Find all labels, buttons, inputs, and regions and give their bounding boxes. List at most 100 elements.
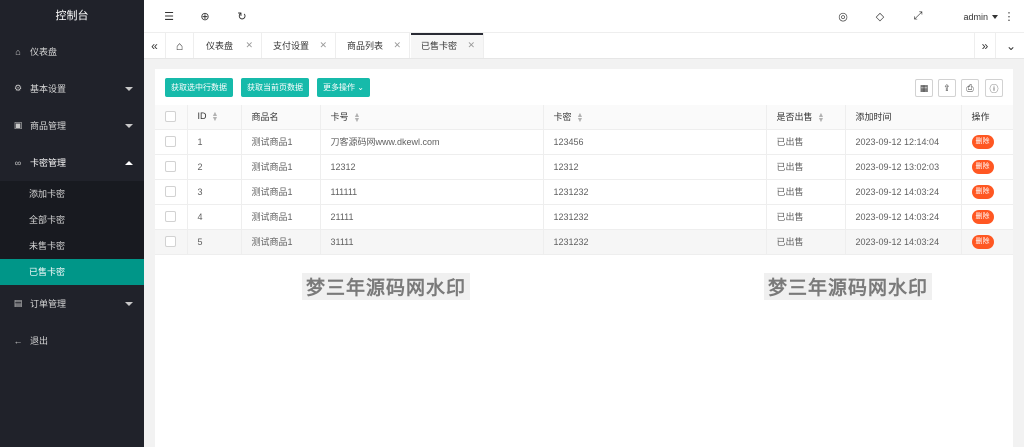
get-selected-rows-button[interactable]: 获取选中行数据 [165, 78, 233, 97]
cell-actions: 删除 [961, 179, 1013, 205]
cell-actions: 删除 [961, 229, 1013, 255]
delete-button[interactable]: 删除 [971, 234, 994, 249]
row-select-cell[interactable] [155, 129, 188, 155]
tabs-scroll-left-icon[interactable]: « [144, 33, 166, 58]
more-vertical-icon[interactable]: ⋮ [1000, 0, 1018, 33]
menu-toggle-icon[interactable]: ☰ [160, 0, 178, 33]
export-icon[interactable]: ⇪ [938, 79, 956, 97]
tab-label: 支付设置 [273, 41, 310, 51]
cell-sold: 已出售 [766, 154, 846, 180]
close-icon[interactable]: ✕ [245, 40, 253, 51]
table-row: 4 测试商品1 21111 1231232 已出售 2023-09-12 14:… [155, 204, 1013, 230]
sort-icon[interactable]: ▲ ▼ [354, 112, 361, 124]
checkbox[interactable] [165, 136, 176, 148]
close-icon[interactable]: ✕ [319, 40, 327, 51]
list-icon: ▤ [13, 298, 23, 308]
chevron-up-icon [125, 160, 133, 165]
cell-name: 测试商品1 [241, 179, 321, 205]
sort-icon[interactable]: ▲ ▼ [818, 112, 825, 124]
row-select-cell[interactable] [155, 229, 188, 255]
product-icon: ▣ [13, 120, 23, 130]
watermark-text: 梦三年源码网水印 [302, 273, 471, 300]
header-label: ID [197, 111, 207, 122]
sidebar-title: 控制台 [55, 10, 89, 22]
columns-filter-icon[interactable]: ▦ [915, 79, 933, 97]
sidebar-item-label: 商品管理 [30, 121, 67, 131]
sidebar-item-product-management[interactable]: ▣ 商品管理 [0, 107, 144, 144]
sort-icon[interactable]: ▲ ▼ [212, 111, 219, 123]
checkbox[interactable] [165, 161, 176, 173]
cell-card-secret: 123456 [543, 129, 767, 155]
tabs-bar: « ⌂ 仪表盘 ✕ 支付设置 ✕ 商品列表 ✕ 已售卡密 ✕ » ⌄ [144, 33, 1024, 59]
cell-added-time: 2023-09-12 14:03:24 [845, 229, 962, 255]
sidebar-subitem-unsold-cards[interactable]: 未售卡密 [0, 233, 144, 259]
delete-button[interactable]: 删除 [971, 159, 994, 174]
table-row: 1 测试商品1 刀客源码网www.dkewl.com 123456 已出售 20… [155, 129, 1013, 155]
cell-card-secret: 1231232 [543, 204, 767, 230]
row-select-cell[interactable] [155, 179, 188, 205]
fullscreen-icon[interactable]: ⤢ [909, 0, 927, 33]
close-icon[interactable]: ✕ [393, 40, 401, 51]
sidebar-item-basic-settings[interactable]: ⚙ 基本设置 [0, 70, 144, 107]
tag-icon[interactable]: ◇ [871, 0, 889, 33]
cell-card-number: 12312 [320, 154, 544, 180]
sidebar-item-dashboard[interactable]: ⌂ 仪表盘 [0, 33, 144, 70]
sidebar-subitem-all-cards[interactable]: 全部卡密 [0, 207, 144, 233]
sort-icon[interactable]: ▲ ▼ [577, 112, 584, 124]
cell-card-number: 31111 [320, 229, 544, 255]
tab-payment-settings[interactable]: 支付设置 ✕ [263, 33, 336, 58]
column-header-card-number[interactable]: 卡号 ▲ ▼ [320, 105, 544, 130]
tabs-dropdown-icon[interactable]: ⌄ [1000, 33, 1022, 58]
tab-home-icon[interactable]: ⌂ [166, 33, 194, 58]
print-icon[interactable]: ⎙ [961, 79, 979, 97]
cell-sold: 已出售 [766, 204, 846, 230]
sold-cards-table: ID ▲ ▼ 商品名 卡号 ▲ ▼ 卡密 ▲ ▼ 是否出售 ▲ ▼ 添加时间 操作 1 测试商品… [155, 105, 1013, 255]
chevron-down-icon [125, 86, 133, 91]
cell-added-time: 2023-09-12 14:03:24 [845, 204, 962, 230]
cell-id: 2 [187, 154, 242, 180]
row-select-cell[interactable] [155, 154, 188, 180]
column-header-id[interactable]: ID ▲ ▼ [187, 105, 242, 130]
tab-sold-cards[interactable]: 已售卡密 ✕ [411, 33, 484, 58]
username: admin [963, 11, 988, 22]
delete-button[interactable]: 删除 [971, 184, 994, 199]
close-icon[interactable]: ✕ [467, 40, 475, 51]
globe-icon[interactable]: ⊕ [196, 0, 214, 33]
sidebar-item-logout[interactable]: ← 退出 [0, 322, 144, 359]
row-select-cell[interactable] [155, 204, 188, 230]
more-actions-button[interactable]: 更多操作 ⌄ [317, 78, 370, 97]
arrow-left-icon: ← [13, 335, 23, 346]
sidebar-item-card-management[interactable]: ∞ 卡密管理 [0, 144, 144, 181]
delete-button[interactable]: 删除 [971, 134, 994, 149]
column-header-name: 商品名 [241, 105, 321, 130]
checkbox[interactable] [165, 111, 176, 123]
sidebar-subitem-add-card[interactable]: 添加卡密 [0, 181, 144, 207]
cell-added-time: 2023-09-12 14:03:24 [845, 179, 962, 205]
sidebar-subitem-sold-cards[interactable]: 已售卡密 [0, 259, 144, 285]
link-icon: ∞ [14, 157, 22, 168]
checkbox[interactable] [165, 211, 176, 223]
tab-product-list[interactable]: 商品列表 ✕ [337, 33, 410, 58]
caret-down-icon [992, 14, 998, 19]
cell-actions: 删除 [961, 154, 1013, 180]
get-current-page-button[interactable]: 获取当前页数据 [241, 78, 309, 97]
column-header-card-secret[interactable]: 卡密 ▲ ▼ [543, 105, 767, 130]
column-header-sold[interactable]: 是否出售 ▲ ▼ [766, 105, 846, 130]
cell-id: 3 [187, 179, 242, 205]
tab-dashboard[interactable]: 仪表盘 ✕ [196, 33, 262, 58]
info-icon[interactable]: ⓘ [985, 79, 1003, 97]
header-label: 卡密 [553, 112, 572, 123]
user-menu[interactable]: admin [963, 0, 998, 33]
tabs-scroll-right-icon[interactable]: » [974, 33, 996, 58]
delete-button[interactable]: 删除 [971, 209, 994, 224]
sidebar-item-label: 基本设置 [30, 84, 67, 94]
checkbox[interactable] [165, 186, 176, 198]
cell-name: 测试商品1 [241, 204, 321, 230]
cell-actions: 删除 [961, 204, 1013, 230]
refresh-icon[interactable]: ↻ [233, 0, 251, 33]
sidebar-item-order-management[interactable]: ▤ 订单管理 [0, 285, 144, 322]
checkbox[interactable] [165, 236, 176, 248]
palette-icon[interactable]: ◎ [834, 0, 852, 33]
select-all-cell[interactable] [155, 105, 188, 130]
more-actions-label: 更多操作 [323, 83, 355, 92]
